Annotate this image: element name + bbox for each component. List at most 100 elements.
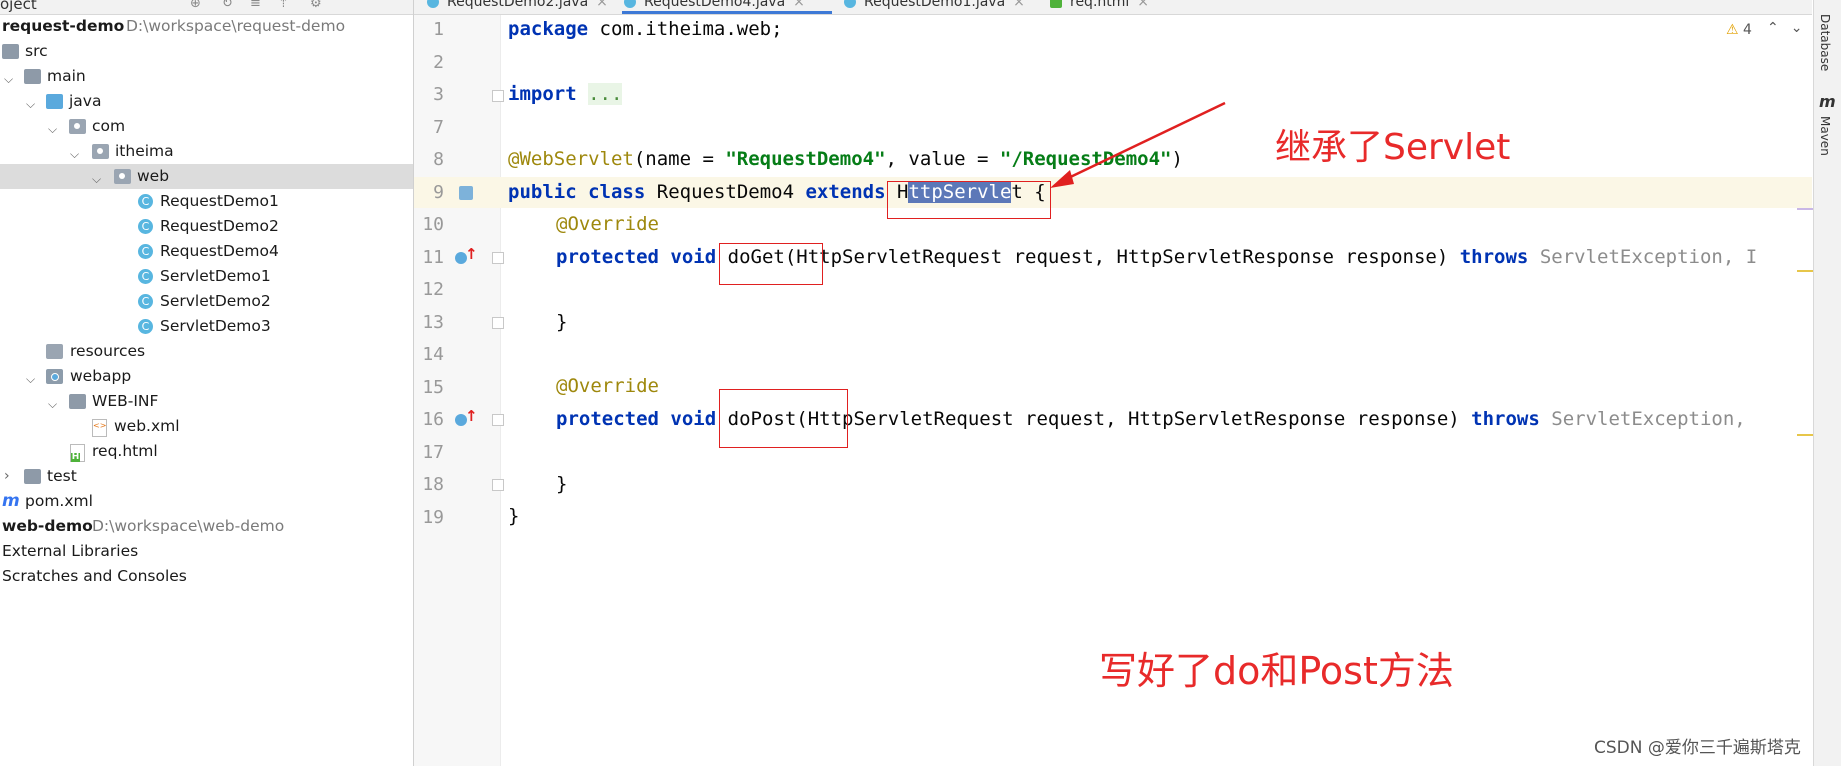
- tree-item-label: src: [25, 42, 48, 60]
- class-icon: C: [138, 194, 153, 209]
- annotation: @Override: [556, 375, 659, 397]
- annotation-arrow: [1050, 101, 1226, 188]
- tree-item-external-libraries[interactable]: External Libraries: [0, 539, 413, 564]
- exception-list: ServletException, I: [1539, 246, 1758, 268]
- chevron-down-icon[interactable]: ⌵: [92, 167, 104, 186]
- folder-icon: [2, 44, 19, 59]
- chevron-down-icon[interactable]: ⌵: [70, 142, 82, 161]
- fold-icon[interactable]: [492, 414, 504, 426]
- keyword: void: [670, 408, 717, 430]
- maven-tool-button[interactable]: Maven: [1818, 116, 1832, 156]
- tree-item-web-demo[interactable]: web-demo D:\workspace\web-demo: [0, 514, 413, 539]
- tree-item-main[interactable]: ⌵ main: [0, 64, 413, 89]
- highlight-box-doget: [719, 243, 823, 285]
- chevron-down-icon[interactable]: ⌵: [48, 392, 60, 411]
- tab-requestdemo1[interactable]: RequestDemo1.java ×: [844, 0, 1025, 10]
- tree-item-requestdemo4[interactable]: C RequestDemo4: [0, 239, 413, 264]
- tree-item-pom-xml[interactable]: m pom.xml: [0, 489, 413, 514]
- line-number: 17: [422, 442, 444, 463]
- scroll-mark[interactable]: [1797, 208, 1813, 210]
- tree-item-requestdemo2[interactable]: C RequestDemo2: [0, 214, 413, 239]
- chevron-down-icon[interactable]: ⌵: [4, 67, 16, 86]
- tree-item-label: ServletDemo3: [160, 317, 271, 335]
- tree-item-java[interactable]: ⌵ java: [0, 89, 413, 114]
- tree-item-scratches[interactable]: Scratches and Consoles: [0, 564, 413, 589]
- web-folder-icon: [46, 369, 63, 384]
- tree-item-label: Scratches and Consoles: [2, 567, 187, 585]
- locate-icon[interactable]: ⊕: [190, 0, 201, 11]
- folder-icon: [69, 394, 86, 409]
- keyword: throws: [1471, 408, 1540, 430]
- folder-icon: [24, 69, 41, 84]
- project-header: oject ⊕ ↻ ≡ ⇡ ⚙: [0, 0, 413, 15]
- tab-requestdemo2[interactable]: RequestDemo2.java ×: [427, 0, 608, 10]
- code-text: com.itheima.web;: [588, 18, 783, 40]
- line-number: 12: [422, 279, 444, 300]
- tree-item-resources[interactable]: resources: [0, 339, 413, 364]
- collapse-icon[interactable]: ≡: [250, 0, 261, 11]
- tree-item-web-xml[interactable]: web.xml: [0, 413, 413, 439]
- code-text: (name =: [633, 148, 726, 170]
- tree-item-label: java: [69, 92, 102, 110]
- tree-item-src[interactable]: src: [0, 39, 413, 64]
- expand-icon[interactable]: ⇡: [278, 0, 289, 11]
- folded-imports[interactable]: ...: [588, 83, 623, 105]
- keyword: public: [508, 181, 577, 203]
- tree-item-web-inf[interactable]: ⌵ WEB-INF: [0, 389, 413, 414]
- chevron-right-icon[interactable]: ›: [4, 464, 16, 484]
- warning-icon: ⚠: [1726, 22, 1739, 38]
- chevron-down-icon[interactable]: ⌵: [26, 92, 38, 111]
- inspection-widget[interactable]: ⚠ 4: [1726, 22, 1752, 38]
- package-icon: [69, 119, 86, 134]
- keyword: extends: [805, 181, 886, 203]
- tree-item-webapp[interactable]: ⌵ webapp: [0, 364, 413, 389]
- tree-item-web[interactable]: ⌵ web: [0, 164, 413, 189]
- scroll-mark[interactable]: [1797, 270, 1813, 272]
- tree-item-requestdemo1[interactable]: C RequestDemo1: [0, 189, 413, 214]
- tree-item-label: itheima: [115, 142, 174, 160]
- chevron-down-icon[interactable]: ⌵: [26, 367, 38, 386]
- close-icon[interactable]: ×: [793, 0, 805, 10]
- tree-item-servletdemo1[interactable]: C ServletDemo1: [0, 264, 413, 289]
- highlight-box-dopost: [719, 389, 848, 448]
- close-icon[interactable]: ×: [1137, 0, 1149, 10]
- implements-arrow-icon[interactable]: ↑: [465, 245, 478, 263]
- package-icon: [114, 169, 131, 184]
- tree-item-label: main: [47, 67, 86, 85]
- code-line-3: import ...: [508, 83, 623, 105]
- methods-note: 写好了do和Post方法: [1099, 649, 1454, 693]
- refresh-icon[interactable]: ↻: [222, 0, 233, 11]
- class-icon: C: [138, 319, 153, 334]
- close-icon[interactable]: ×: [1013, 0, 1025, 10]
- tree-item-servletdemo3[interactable]: C ServletDemo3: [0, 314, 413, 339]
- tree-item-label: test: [47, 467, 77, 485]
- inspection-nav[interactable]: ⌃⌄: [1767, 20, 1814, 36]
- tab-req-html[interactable]: req.html ×: [1050, 0, 1149, 10]
- tree-item-test[interactable]: › test: [0, 464, 413, 489]
- tab-requestdemo4[interactable]: RequestDemo4.java ×: [624, 0, 805, 10]
- tree-item-servletdemo2[interactable]: C ServletDemo2: [0, 289, 413, 314]
- watermark: CSDN @爱你三千遍斯塔克: [1594, 738, 1801, 758]
- annotation: @WebServlet: [508, 148, 634, 170]
- scroll-mark[interactable]: [1797, 434, 1813, 436]
- chevron-down-icon[interactable]: ⌄: [1791, 20, 1815, 36]
- implements-arrow-icon[interactable]: ↑: [465, 407, 478, 425]
- tree-item-req-html[interactable]: req.html: [0, 439, 413, 464]
- web-servlet-icon[interactable]: [459, 186, 473, 200]
- gear-icon[interactable]: ⚙: [310, 0, 322, 11]
- fold-icon[interactable]: [492, 90, 504, 102]
- chevron-up-icon[interactable]: ⌃: [1767, 20, 1791, 36]
- line-number: 1: [433, 19, 444, 40]
- database-tool-button[interactable]: Database: [1818, 14, 1832, 71]
- chevron-down-icon[interactable]: ⌵: [48, 117, 60, 136]
- keyword: throws: [1459, 246, 1529, 268]
- tree-item-request-demo[interactable]: request-demo D:\workspace\request-demo: [0, 14, 413, 39]
- fold-icon[interactable]: [492, 479, 504, 491]
- source-folder-icon: [46, 94, 63, 109]
- tree-item-com[interactable]: ⌵ com: [0, 114, 413, 139]
- fold-icon[interactable]: [492, 317, 504, 329]
- tree-item-itheima[interactable]: ⌵ itheima: [0, 139, 413, 164]
- close-icon[interactable]: ×: [596, 0, 608, 10]
- fold-icon[interactable]: [492, 252, 504, 264]
- string-literal: "RequestDemo4": [725, 148, 886, 170]
